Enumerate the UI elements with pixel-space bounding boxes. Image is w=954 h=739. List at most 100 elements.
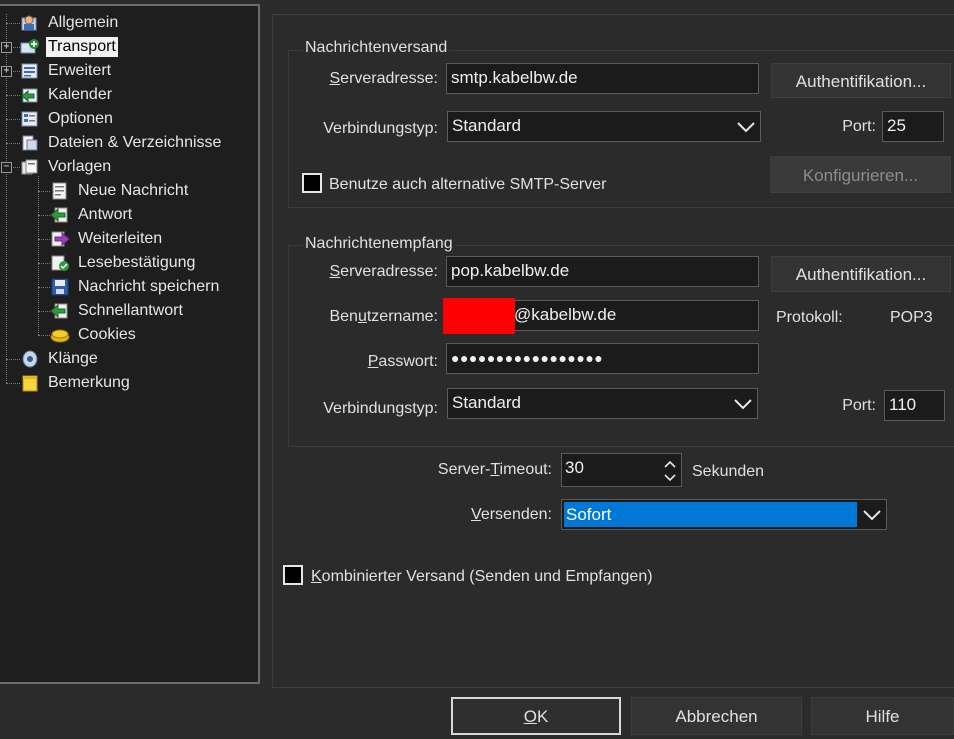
server-timeout-value: 30 [565, 458, 584, 477]
tree-item-erweitert[interactable]: Erweitert [20, 60, 113, 82]
receive-connection-type-value: Standard [452, 393, 521, 412]
tree-connector-line [6, 143, 20, 144]
templates-icon [20, 158, 40, 176]
tree-connector-line [38, 335, 50, 336]
settings-tree[interactable]: Allgemein Transport + Erweitert + Kalender Opt… [0, 4, 260, 684]
collapse-icon[interactable]: − [1, 162, 12, 173]
configure-button[interactable]: Konfigurieren... [770, 156, 951, 193]
tree-connector-line [38, 287, 50, 288]
chevron-down-icon[interactable] [858, 500, 886, 529]
spin-up-icon[interactable] [663, 457, 677, 469]
tree-connector-line [6, 383, 20, 384]
send-port-label: Port: [842, 118, 876, 135]
tree-item-allgemein[interactable]: Allgemein [20, 12, 120, 34]
tree-item-label: Cookies [78, 326, 136, 343]
forward-icon [50, 230, 70, 248]
spin-down-icon[interactable] [663, 471, 677, 483]
server-timeout-spinner[interactable]: 30 [561, 453, 682, 487]
note-icon [20, 374, 40, 392]
tree-item-kalender[interactable]: Kalender [20, 84, 114, 106]
tree-item-label: Optionen [48, 110, 113, 127]
help-button[interactable]: Hilfe [811, 697, 954, 735]
tree-item-neue-nachricht[interactable]: Neue Nachricht [50, 180, 190, 202]
username-redaction [443, 298, 515, 334]
protocol-label: Protokoll: [776, 309, 843, 326]
tree-connector-line [38, 239, 50, 240]
ok-button[interactable]: OK [451, 697, 621, 735]
receive-authentication-button[interactable]: Authentifikation... [771, 256, 951, 292]
username-label: Benutzername: [329, 308, 438, 325]
tree-item-lesebestätigung[interactable]: Lesebestätigung [50, 252, 197, 274]
send-connection-type-value: Standard [452, 116, 521, 135]
tree-item-label: Neue Nachricht [78, 182, 189, 199]
send-server-input[interactable]: smtp.kabelbw.de [446, 63, 759, 94]
sounds-icon [20, 350, 40, 368]
tree-item-label: Dateien & Verzeichnisse [48, 134, 222, 151]
combined-send-checkbox[interactable] [283, 565, 303, 585]
tree-item-dateien-verzeichnisse[interactable]: Dateien & Verzeichnisse [20, 132, 223, 154]
receive-port-label: Port: [842, 397, 876, 414]
tree-item-label: Erweitert [48, 62, 112, 79]
tree-item-label: Allgemein [48, 14, 119, 31]
advanced-icon [20, 62, 40, 80]
tree-connector-line [6, 23, 20, 24]
send-mode-value: Sofort [564, 502, 857, 527]
cancel-button[interactable]: Abbrechen [631, 697, 802, 735]
tree-item-label: Lesebestätigung [78, 254, 196, 271]
tree-branch-line [38, 176, 39, 335]
general-settings-icon [20, 14, 40, 32]
receive-server-input[interactable]: pop.kabelbw.de [446, 256, 759, 287]
chevron-down-icon[interactable] [729, 389, 757, 418]
folders-icon [20, 134, 40, 152]
tree-item-weiterleiten[interactable]: Weiterleiten [50, 228, 164, 250]
receive-connection-type-select[interactable]: Standard [447, 388, 758, 419]
tree-item-optionen[interactable]: Optionen [20, 108, 115, 130]
tree-item-transport[interactable]: Transport [20, 36, 118, 58]
cookies-icon [50, 326, 70, 344]
receive-server-label: Serveradresse: [329, 263, 439, 280]
tree-item-label: Klänge [48, 350, 98, 367]
alt-smtp-label: Benutze auch alternative SMTP-Server [329, 176, 607, 193]
send-port-input[interactable]: 25 [882, 111, 944, 142]
save-message-icon [50, 278, 70, 296]
tree-connector-line [6, 95, 20, 96]
tree-item-vorlagen[interactable]: Vorlagen [20, 156, 113, 178]
receive-port-input[interactable]: 110 [884, 390, 945, 421]
transport-icon [20, 38, 40, 56]
reply-icon [50, 206, 70, 224]
tree-item-label: Weiterleiten [78, 230, 163, 247]
tree-connector-line [6, 119, 20, 120]
tree-item-bemerkung[interactable]: Bemerkung [20, 372, 132, 394]
protocol-value: POP3 [890, 309, 933, 326]
tree-item-label: Kalender [48, 86, 113, 103]
password-input[interactable]: ●●●●●●●●●●●●●●●●● [446, 343, 759, 374]
expand-icon[interactable]: + [1, 66, 12, 77]
chevron-down-icon[interactable] [732, 112, 760, 141]
send-connection-type-select[interactable]: Standard [447, 111, 761, 142]
tree-item-schnellantwort[interactable]: Schnellantwort [50, 300, 185, 322]
tree-item-label: Antwort [78, 206, 133, 223]
username-domain-text: @kabelbw.de [514, 305, 617, 324]
tree-connector-line [6, 359, 20, 360]
quick-reply-icon [50, 302, 70, 320]
tree-item-klänge[interactable]: Klänge [20, 348, 100, 370]
new-message-icon [50, 182, 70, 200]
timeout-unit-label: Sekunden [692, 463, 765, 480]
tree-item-label: Bemerkung [48, 374, 130, 391]
receive-connection-type-label: Verbindungstyp: [323, 400, 438, 417]
password-label: Passwort: [367, 353, 438, 370]
read-receipt-icon [50, 254, 70, 272]
send-authentication-button[interactable]: Authentifikation... [771, 63, 951, 98]
tree-item-cookies[interactable]: Cookies [50, 324, 138, 346]
alt-smtp-checkbox[interactable] [302, 173, 322, 193]
options-icon [20, 110, 40, 128]
tree-item-nachricht-speichern[interactable]: Nachricht speichern [50, 276, 221, 298]
combined-send-label: Kombinierter Versand (Senden und Empfang… [311, 568, 653, 585]
tree-item-label: Nachricht speichern [78, 278, 220, 295]
receive-group-legend: Nachrichtenempfang [303, 235, 455, 253]
expand-icon[interactable]: + [1, 42, 12, 53]
send-mode-select[interactable]: Sofort [561, 499, 887, 530]
tree-connector-line [38, 191, 50, 192]
tree-item-antwort[interactable]: Antwort [50, 204, 134, 226]
tree-connector-line [38, 215, 50, 216]
